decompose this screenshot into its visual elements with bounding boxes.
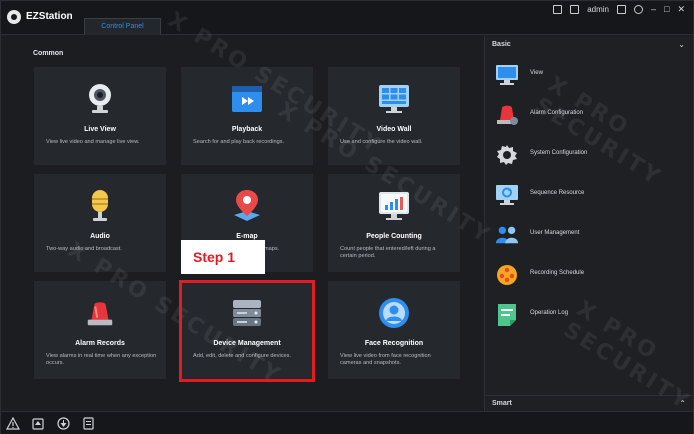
microphone-icon: [84, 190, 116, 222]
side-item-label: System Configuration: [530, 150, 588, 156]
help-icon[interactable]: [634, 4, 643, 14]
card-video-wall[interactable]: Video Wall Use and configure the video w…: [328, 67, 460, 165]
card-title: People Counting: [366, 233, 422, 240]
face-recognition-icon: [378, 297, 410, 329]
card-title: Live View: [84, 126, 116, 133]
chevron-up-icon[interactable]: ⌃: [679, 399, 686, 408]
sequence-icon: [495, 183, 519, 207]
card-description: Two-way audio and broadcast.: [46, 246, 122, 252]
side-item-operation-log[interactable]: Operation Log: [485, 295, 694, 335]
schedule-icon: [495, 263, 519, 287]
side-item-label: User Management: [530, 230, 580, 236]
side-item-alarm-configuration[interactable]: Alarm Configuration: [485, 95, 694, 135]
lock-icon[interactable]: [617, 4, 626, 14]
highlight-box: [179, 280, 315, 382]
layout-icon[interactable]: [553, 4, 563, 14]
map-pin-icon: [231, 190, 263, 222]
log-icon: [495, 303, 519, 327]
card-description: View alarms in real time when any except…: [46, 353, 157, 366]
card-title: Video Wall: [376, 126, 412, 133]
download-icon[interactable]: [56, 416, 70, 430]
card-face-recognition[interactable]: Face Recognition View live video from fa…: [328, 281, 460, 379]
upload-icon[interactable]: [31, 416, 45, 430]
camera-icon: [84, 83, 116, 115]
alarm-config-icon: [495, 103, 519, 127]
side-item-system-configuration[interactable]: System Configuration: [485, 135, 694, 175]
side-item-label: View: [530, 70, 543, 76]
side-section-smart[interactable]: Smart ⌃: [485, 395, 694, 411]
card-title: Face Recognition: [364, 340, 424, 347]
side-item-label: Recording Schedule: [530, 270, 585, 276]
card-description: Use and configure the video wall.: [340, 139, 423, 145]
card-description: View live video and manage live view.: [46, 139, 140, 145]
warning-icon[interactable]: [6, 416, 20, 430]
section-title: Common: [33, 50, 64, 57]
app-window: EZStation Control Panel admin – □ ✕ Comm…: [0, 0, 694, 434]
card-title: E-map: [236, 233, 258, 240]
alarm-light-icon: [84, 297, 116, 329]
title-bar-controls: admin – □ ✕: [553, 4, 685, 14]
side-item-sequence-resource[interactable]: Sequence Resource: [485, 175, 694, 215]
monitor-icon: [495, 63, 519, 87]
card-title: Audio: [90, 233, 110, 240]
users-icon: [495, 223, 519, 247]
card-audio[interactable]: Audio Two-way audio and broadcast.: [34, 174, 166, 272]
title-bar: EZStation Control Panel admin – □ ✕: [1, 1, 693, 35]
side-section-title: Basic: [492, 41, 511, 48]
side-item-label: Alarm Configuration: [530, 110, 584, 116]
card-alarm-records[interactable]: Alarm Records View alarms in real time w…: [34, 281, 166, 379]
card-description: View live video from face recognition ca…: [340, 353, 431, 366]
step-annotation-label: Step 1: [181, 240, 265, 274]
shirt-icon[interactable]: [570, 4, 580, 14]
minimize-icon[interactable]: –: [651, 4, 656, 14]
status-bar: [1, 411, 693, 434]
app-logo-icon: [7, 10, 21, 24]
side-section-title: Smart: [492, 400, 512, 407]
side-item-label: Sequence Resource: [530, 190, 585, 196]
side-item-recording-schedule[interactable]: Recording Schedule: [485, 255, 694, 295]
video-wall-icon: [378, 83, 410, 115]
card-description: Search for and play back recordings.: [193, 139, 285, 145]
gear-icon: [495, 143, 519, 167]
side-panel: Basic ⌄ View Alarm Configuration System …: [484, 36, 694, 411]
user-name[interactable]: admin: [587, 5, 609, 14]
card-playback[interactable]: Playback Search for and play back record…: [181, 67, 313, 165]
card-title: Alarm Records: [75, 340, 125, 347]
card-description: Count people that entered/left during a …: [340, 246, 436, 259]
people-counting-icon: [378, 190, 410, 222]
app-title: EZStation: [26, 11, 73, 22]
side-item-label: Operation Log: [530, 310, 569, 316]
tab-control-panel[interactable]: Control Panel: [84, 18, 161, 35]
storage-icon[interactable]: [81, 416, 95, 430]
card-people-counting[interactable]: People Counting Count people that entere…: [328, 174, 460, 272]
card-title: Playback: [231, 126, 263, 133]
close-icon[interactable]: ✕: [677, 4, 685, 14]
side-item-view[interactable]: View: [485, 55, 694, 95]
card-description: e-maps.: [259, 246, 280, 252]
maximize-icon[interactable]: □: [664, 4, 669, 14]
side-item-user-management[interactable]: User Management: [485, 215, 694, 255]
card-live-view[interactable]: Live View View live video and manage liv…: [34, 67, 166, 165]
playback-icon: [231, 83, 263, 115]
chevron-down-icon[interactable]: ⌄: [678, 40, 685, 49]
